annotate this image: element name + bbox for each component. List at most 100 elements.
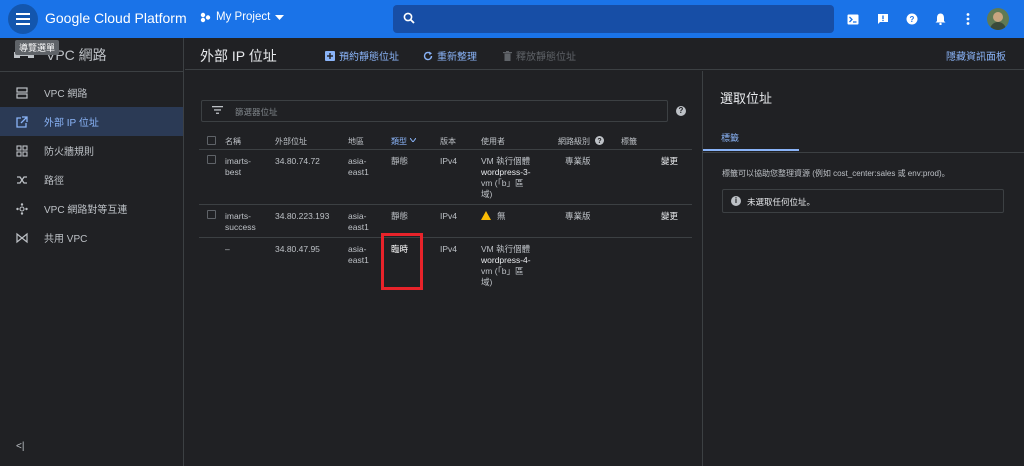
external-ip-table: 名稱 外部位址 地區 類型 版本 使用者 網路級別 ? 標籤 imarts- b… bbox=[199, 130, 692, 290]
more-options-button[interactable] bbox=[960, 11, 976, 27]
top-app-bar: Google Cloud Platform My Project ? bbox=[0, 0, 1024, 38]
routes-icon bbox=[16, 174, 28, 186]
col-header-labels[interactable]: 標籤 bbox=[621, 136, 637, 147]
add-box-icon bbox=[325, 50, 335, 61]
col-header-external[interactable]: 外部位址 bbox=[275, 136, 307, 147]
firewall-icon bbox=[16, 144, 28, 157]
row-version: IPv4 bbox=[440, 244, 458, 254]
row-type[interactable]: 靜態 bbox=[391, 156, 408, 167]
row-checkbox[interactable] bbox=[207, 210, 216, 219]
collapse-sidebar-button[interactable]: <| bbox=[16, 441, 24, 452]
row-user-line: vm (「b」區 bbox=[481, 178, 524, 188]
sidebar-item-external-ip[interactable]: 外部 IP 位址 bbox=[0, 107, 183, 136]
labels-description: 標籤可以協助您整理資源 (例如 cost_center:sales 或 env:… bbox=[722, 169, 950, 178]
col-header-version[interactable]: 版本 bbox=[440, 136, 456, 147]
help-button[interactable]: ? bbox=[904, 11, 920, 27]
row-user-line: 無 bbox=[497, 211, 506, 221]
account-avatar[interactable] bbox=[987, 8, 1009, 30]
reserve-static-label: 預約靜態位址 bbox=[339, 52, 399, 63]
project-dots-icon bbox=[200, 12, 211, 22]
feedback-button[interactable] bbox=[875, 11, 891, 27]
cloud-shell-button[interactable] bbox=[845, 11, 861, 27]
row-user-line: 域) bbox=[481, 277, 493, 287]
info-panel-title: 選取位址 bbox=[720, 91, 773, 106]
row-name-line: – bbox=[225, 244, 230, 254]
sidebar-item-label: VPC 網路對等互連 bbox=[44, 205, 128, 216]
row-user-link[interactable]: wordpress-4- bbox=[481, 255, 531, 266]
sidebar-item-shared-vpc[interactable]: 共用 VPC bbox=[0, 223, 183, 252]
warning-icon bbox=[481, 211, 491, 220]
more-vert-icon bbox=[966, 13, 970, 25]
no-selection-text: 未選取任何位址。 bbox=[747, 197, 816, 207]
hide-info-panel-button[interactable]: 隱藏資訊面板 bbox=[946, 48, 1006, 63]
sidebar-item-routes[interactable]: 路徑 bbox=[0, 165, 183, 194]
table-row[interactable]: imarts- best 34.80.74.72 asia- east1 靜態 … bbox=[199, 150, 692, 205]
search-input[interactable] bbox=[393, 5, 834, 33]
filter-input[interactable]: 篩選器位址 bbox=[201, 100, 668, 122]
page-title: 外部 IP 位址 bbox=[200, 48, 277, 64]
sidebar-item-firewall[interactable]: 防火牆規則 bbox=[0, 136, 183, 165]
col-header-name[interactable]: 名稱 bbox=[225, 136, 241, 147]
tier-help-icon[interactable]: ? bbox=[595, 136, 604, 145]
bell-icon bbox=[935, 13, 945, 25]
select-all-checkbox[interactable] bbox=[207, 136, 216, 145]
tab-labels[interactable]: 標籤 bbox=[703, 125, 799, 151]
feedback-icon bbox=[878, 14, 888, 24]
tab-divider bbox=[703, 152, 1024, 153]
row-region-line: asia- bbox=[348, 244, 367, 254]
row-version: IPv4 bbox=[440, 156, 458, 166]
refresh-button[interactable]: 重新整理 bbox=[423, 48, 477, 63]
vpc-network-icon bbox=[16, 86, 28, 99]
col-header-region[interactable]: 地區 bbox=[348, 136, 364, 147]
notifications-button[interactable] bbox=[932, 11, 948, 27]
shared-vpc-icon bbox=[16, 232, 28, 244]
menu-tooltip: 導覽選單 bbox=[15, 40, 60, 55]
row-type[interactable]: 靜態 bbox=[391, 211, 408, 222]
sidebar-item-peering[interactable]: VPC 網路對等互連 bbox=[0, 194, 183, 223]
refresh-label: 重新整理 bbox=[437, 52, 477, 63]
project-selector[interactable]: My Project bbox=[200, 11, 285, 23]
brand-title[interactable]: Google Cloud Platform bbox=[45, 10, 187, 26]
refresh-icon bbox=[423, 51, 433, 60]
row-tier: 專業版 bbox=[565, 211, 591, 221]
col-header-type[interactable]: 類型 bbox=[391, 136, 407, 147]
row-name-line: imarts- bbox=[225, 156, 251, 166]
release-static-label: 釋放靜態位址 bbox=[516, 52, 576, 63]
terminal-icon bbox=[847, 14, 859, 24]
reserve-static-address-button[interactable]: 預約靜態位址 bbox=[325, 48, 399, 63]
release-static-address-button[interactable]: 釋放靜態位址 bbox=[503, 48, 576, 63]
svg-text:?: ? bbox=[910, 15, 915, 24]
info-panel: 選取位址 標籤 標籤可以協助您整理資源 (例如 cost_center:sale… bbox=[702, 71, 1024, 466]
peering-icon bbox=[16, 202, 28, 215]
row-name-line: best bbox=[225, 167, 242, 177]
row-change-button[interactable]: 變更 bbox=[661, 211, 678, 222]
info-icon: i bbox=[731, 196, 741, 206]
sidebar-item-label: 防火牆規則 bbox=[44, 147, 94, 158]
sidebar-item-label: VPC 網路 bbox=[44, 89, 88, 100]
delete-icon bbox=[503, 50, 512, 61]
no-selection-notice: i 未選取任何位址。 bbox=[722, 189, 1004, 213]
hamburger-menu-button[interactable] bbox=[8, 4, 38, 34]
row-checkbox[interactable] bbox=[207, 155, 216, 164]
col-header-tier[interactable]: 網路級別 bbox=[558, 136, 590, 147]
row-tier: 專業版 bbox=[565, 156, 591, 166]
row-user-line: VM 執行個體 bbox=[481, 244, 531, 254]
filter-help-icon[interactable]: ? bbox=[676, 106, 686, 116]
external-ip-icon bbox=[16, 115, 28, 128]
row-change-button[interactable]: 變更 bbox=[661, 156, 678, 167]
row-ip: 34.80.223.193 bbox=[275, 211, 330, 221]
table-row[interactable]: – 34.80.47.95 asia- east1 臨時 IPv4 VM 執行個… bbox=[199, 238, 692, 290]
sidebar-item-vpc-networks[interactable]: VPC 網路 bbox=[0, 78, 183, 107]
col-header-user[interactable]: 使用者 bbox=[481, 136, 505, 147]
sort-arrow-icon bbox=[410, 138, 416, 142]
sidebar-item-label: 路徑 bbox=[44, 176, 64, 187]
row-user-link[interactable]: wordpress-3- bbox=[481, 167, 531, 178]
row-user-line: vm (「b」區 bbox=[481, 266, 524, 276]
table-header: 名稱 外部位址 地區 類型 版本 使用者 網路級別 ? 標籤 bbox=[199, 130, 692, 150]
sidebar: VPC 網路 VPC 網路 外部 IP 位址 防火牆規則 路徑 VPC 網路對等… bbox=[0, 38, 184, 466]
filter-icon bbox=[212, 106, 223, 114]
sidebar-item-label: 外部 IP 位址 bbox=[44, 118, 99, 129]
page-header: 外部 IP 位址 預約靜態位址 重新整理 釋放靜態位址 隱藏資訊面板 bbox=[185, 38, 1024, 70]
table-row[interactable]: imarts- success 34.80.223.193 asia- east… bbox=[199, 205, 692, 238]
project-name: My Project bbox=[216, 11, 271, 23]
